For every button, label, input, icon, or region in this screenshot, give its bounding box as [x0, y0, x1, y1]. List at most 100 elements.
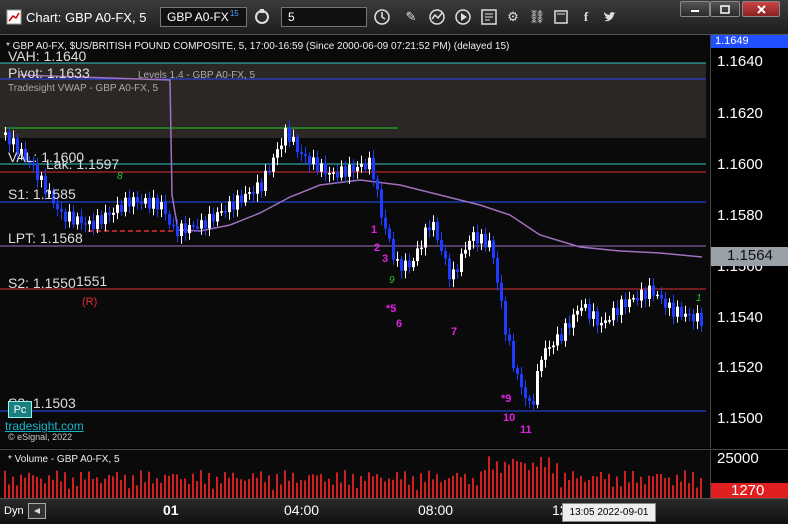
pc-button[interactable]: Pc	[8, 401, 32, 418]
volume-bar	[692, 471, 694, 498]
price-bar	[468, 240, 471, 250]
draw-icon[interactable]	[427, 7, 447, 27]
volume-bar	[560, 487, 562, 498]
price-bar	[12, 138, 15, 145]
count-9: *9	[501, 393, 512, 405]
close-button[interactable]	[742, 1, 780, 17]
volume-bar	[176, 474, 178, 498]
volume-bar	[304, 480, 306, 498]
green-count-9: 9	[389, 275, 395, 286]
volume-bar	[84, 479, 86, 498]
bookmark-icon[interactable]	[551, 7, 571, 27]
price-bar	[404, 260, 407, 271]
price-bar	[336, 172, 339, 178]
count-5: *5	[386, 303, 397, 315]
volume-bar	[416, 490, 418, 498]
price-bar	[436, 221, 439, 240]
twitter-icon[interactable]	[600, 7, 620, 27]
volume-bar	[212, 488, 214, 498]
price-bar	[100, 215, 103, 225]
link-icon[interactable]: ⛓	[527, 7, 547, 27]
volume-scale: 25000 1270	[710, 449, 788, 499]
price-scale-top: 1.1649	[711, 35, 788, 48]
volume-bar	[640, 476, 642, 498]
price-bar	[360, 163, 363, 167]
count-10: 10	[503, 412, 516, 424]
volume-bar	[348, 484, 350, 498]
price-bar	[280, 145, 283, 150]
volume-pane[interactable]: * Volume - GBP A0-FX, 5	[0, 449, 710, 498]
volume-bar	[484, 469, 486, 498]
price-bar	[596, 311, 599, 326]
price-bar	[400, 259, 403, 271]
maximize-button[interactable]	[710, 1, 740, 17]
volume-bar	[684, 470, 686, 498]
volume-bar	[244, 480, 246, 498]
pencil-icon[interactable]: ✎	[401, 7, 421, 27]
volume-bar	[544, 467, 546, 498]
time-axis[interactable]: Dyn 01 04:00 08:00 12 13:05 2022-09-01	[0, 498, 788, 524]
price-bar	[196, 226, 199, 229]
volume-bar	[476, 485, 478, 498]
interval-value: 5	[288, 10, 295, 24]
volume-bar	[396, 472, 398, 498]
volume-bar	[464, 473, 466, 498]
price-bar	[228, 201, 231, 213]
price-bar	[488, 240, 491, 248]
price-scale[interactable]: 1.1649 1.1640 1.1620 1.1600 1.1580 1.156…	[710, 35, 788, 448]
volume-bar	[272, 489, 274, 498]
clock-icon[interactable]	[372, 7, 392, 27]
volume-bar	[260, 471, 262, 498]
price-bar	[236, 195, 239, 210]
volume-bar	[404, 471, 406, 498]
price-bar	[380, 189, 383, 218]
volume-bar	[608, 473, 610, 498]
settings-icon[interactable]: ⚙	[503, 7, 523, 27]
minimize-button[interactable]	[680, 1, 710, 17]
price-bar	[696, 313, 699, 322]
volume-bar	[64, 472, 66, 498]
price-bar	[584, 304, 587, 308]
symbol-input[interactable]: GBP A0-FX 15	[160, 7, 247, 27]
volume-bar	[460, 477, 462, 498]
price-bar	[560, 334, 563, 341]
price-bar	[568, 323, 571, 328]
dyn-label: Dyn	[4, 505, 24, 517]
volume-bar	[672, 485, 674, 498]
price-bar	[616, 307, 619, 315]
vah-label: VAH: 1.1640	[8, 48, 87, 64]
volume-bar	[340, 482, 342, 498]
price-bar	[332, 172, 335, 174]
price-tick: 1.1540	[717, 309, 763, 326]
volume-bar	[24, 477, 26, 498]
volume-bar	[180, 479, 182, 498]
price-bar	[520, 374, 523, 388]
price-bar	[452, 269, 455, 280]
price-bar	[104, 212, 107, 225]
volume-bar	[352, 473, 354, 498]
price-bar	[80, 216, 83, 224]
volume-bar	[448, 478, 450, 498]
price-chart[interactable]: * GBP A0-FX, $US/BRITISH POUND COMPOSITE…	[0, 35, 710, 448]
scroll-left-button[interactable]	[28, 503, 46, 519]
interval-input[interactable]: 5	[281, 7, 367, 27]
volume-bar	[532, 462, 534, 498]
volume-bar	[620, 486, 622, 498]
volume-bar	[112, 476, 114, 498]
volume-bar	[376, 474, 378, 498]
volume-bar	[356, 487, 358, 498]
play-icon[interactable]	[453, 7, 473, 27]
price-bar	[268, 170, 271, 173]
facebook-icon[interactable]: f	[576, 7, 596, 27]
volume-bar	[600, 471, 602, 498]
tradesight-link[interactable]: tradesight.com	[5, 419, 84, 433]
price-tick: 1.1520	[717, 359, 763, 376]
price-bar	[216, 212, 219, 222]
price-bar	[640, 289, 643, 301]
toolbar: Chart: GBP A0-FX, 5 GBP A0-FX 15 5 ✎ ⚙ ⛓…	[0, 0, 788, 35]
news-icon[interactable]	[479, 7, 499, 27]
refresh-icon[interactable]	[252, 7, 272, 27]
price-bar	[140, 201, 143, 204]
volume-bar	[48, 475, 50, 498]
price-bar	[96, 215, 99, 230]
